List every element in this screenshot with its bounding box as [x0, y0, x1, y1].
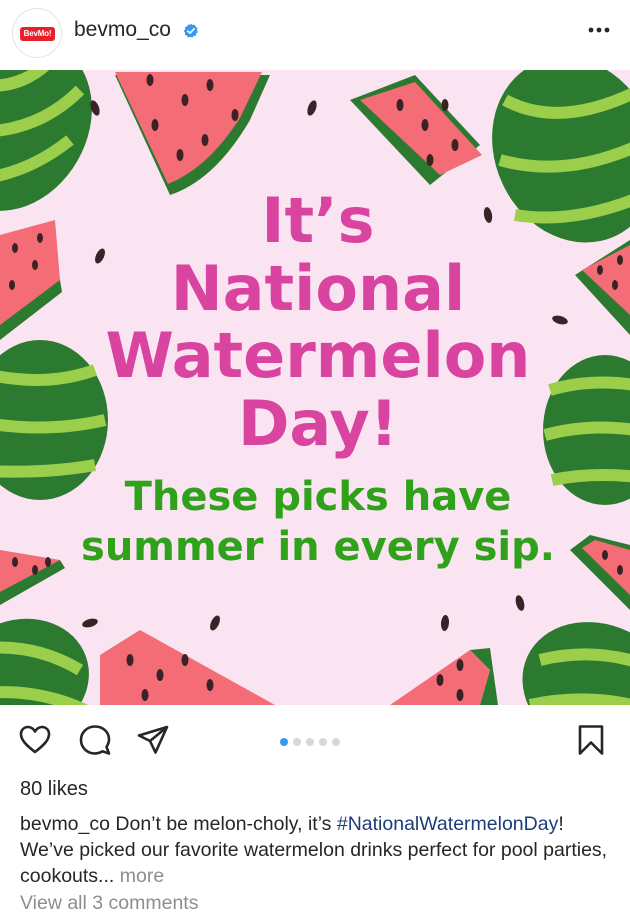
headline-line-1: It’s — [261, 184, 374, 257]
hashtag-link[interactable]: #NationalWatermelonDay — [337, 813, 558, 835]
carousel-dot — [293, 738, 301, 746]
caption-text-1: Don’t be melon-choly, it’s — [109, 813, 337, 835]
headline-line-2: National — [171, 252, 465, 325]
post-image[interactable]: It’s National Watermelon Day! These pick… — [0, 70, 630, 705]
subhead-line-2: summer in every sip. — [81, 524, 555, 570]
carousel-dot — [332, 738, 340, 746]
bevmo-logo: BevMo! — [20, 27, 55, 41]
subhead-line-1: These picks have — [125, 474, 512, 520]
likes-count[interactable]: 80 likes — [20, 778, 88, 801]
username[interactable]: bevmo_co — [74, 18, 171, 42]
avatar[interactable]: BevMo! — [12, 8, 62, 58]
carousel-indicator — [280, 733, 345, 746]
bookmark-icon[interactable] — [574, 723, 608, 757]
send-icon[interactable] — [136, 723, 170, 757]
more-link[interactable]: more — [114, 865, 164, 887]
headline-line-3: Watermelon — [106, 319, 531, 392]
carousel-dot — [306, 738, 314, 746]
comment-icon[interactable] — [78, 723, 112, 757]
more-options-icon[interactable] — [584, 20, 614, 40]
view-comments-link[interactable]: View all 3 comments — [20, 892, 198, 915]
headline-line-4: Day! — [238, 387, 398, 460]
caption: bevmo_co Don’t be melon-choly, it’s #Nat… — [20, 811, 620, 889]
heart-icon[interactable] — [18, 723, 52, 757]
verified-badge-icon — [183, 23, 198, 38]
caption-username[interactable]: bevmo_co — [20, 813, 110, 835]
carousel-dot — [319, 738, 327, 746]
carousel-dot-active — [280, 738, 288, 746]
post-header: BevMo! bevmo_co — [0, 0, 630, 70]
